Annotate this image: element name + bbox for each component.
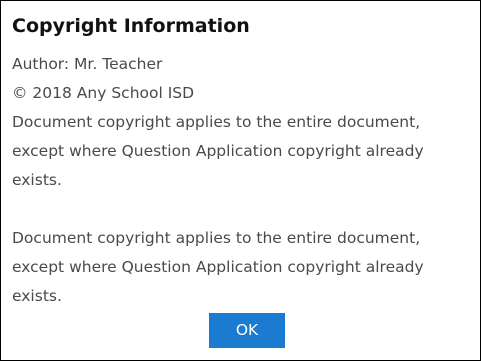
ok-button[interactable]: OK: [209, 313, 285, 348]
author-line: Author: Mr. Teacher: [12, 55, 163, 73]
paragraph-2-line-2: except where Question Application copyri…: [12, 258, 424, 276]
paragraph-1-line-2: except where Question Application copyri…: [12, 142, 424, 160]
copyright-dialog: Copyright Information Author: Mr. Teache…: [0, 0, 481, 361]
paragraph-2-line-1: Document copyright applies to the entire…: [12, 229, 421, 247]
paragraph-1-line-3: exists.: [12, 171, 62, 189]
paragraph-2-line-3: exists.: [12, 287, 62, 305]
dialog-title: Copyright Information: [12, 15, 250, 37]
copyright-line: © 2018 Any School ISD: [12, 84, 195, 102]
paragraph-1-line-1: Document copyright applies to the entire…: [12, 113, 421, 131]
